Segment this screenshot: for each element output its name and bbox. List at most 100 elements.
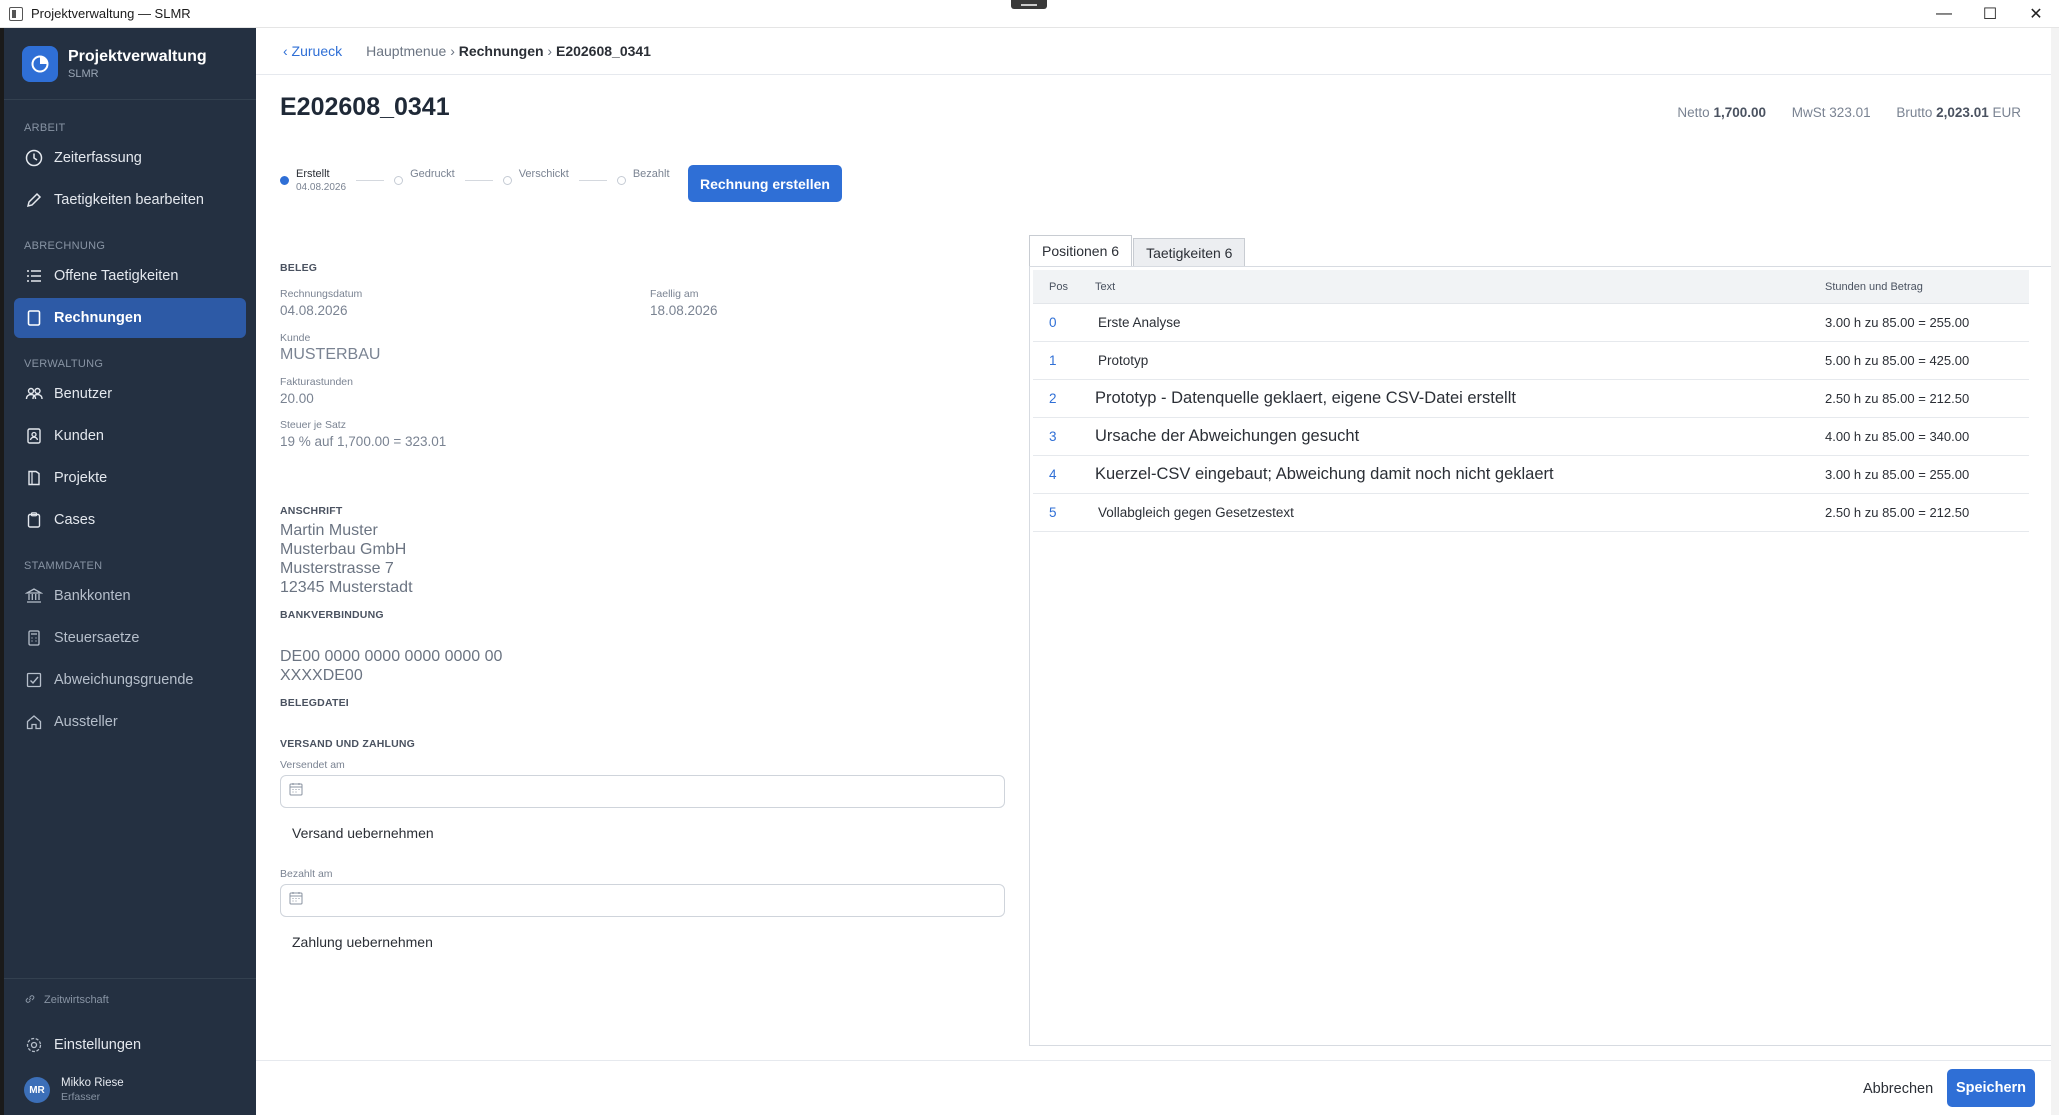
sidebar-item-label: Benutzer <box>54 386 113 402</box>
sidebar-footer: Zeitwirtschaft Einstellungen MR Mikko Ri… <box>4 978 256 1115</box>
sidebar-item-zeiterfassung[interactable]: Zeiterfassung <box>14 138 246 178</box>
row-pos: 3 <box>1049 429 1057 444</box>
table-row[interactable]: 0 Erste Analyse 3.00 h zu 85.00 = 255.00 <box>1033 304 2029 342</box>
row-amount: 3.00 h zu 85.00 = 255.00 <box>1825 315 1970 330</box>
kunde-value: MUSTERBAU <box>280 346 381 363</box>
sidebar-item-label: Rechnungen <box>54 310 142 326</box>
sidebar-item-label: Einstellungen <box>54 1037 142 1053</box>
sidebar: Projektverwaltung SLMR ARBEIT Zeiterfass… <box>4 28 256 1115</box>
cancel-button[interactable]: Abbrechen <box>1863 1075 1933 1103</box>
step-connector <box>464 180 493 181</box>
step-connector <box>578 180 607 181</box>
row-amount: 5.00 h zu 85.00 = 425.00 <box>1825 353 1970 368</box>
window-edge <box>2051 28 2059 1115</box>
sidebar-item-abweichungsgruende[interactable]: Abweichungsgruende <box>14 660 246 700</box>
window-title: Projektverwaltung — SLMR <box>31 6 191 21</box>
sidebar-item-aussteller[interactable]: Aussteller <box>14 702 246 742</box>
back-link[interactable]: ‹ Zurueck <box>283 43 342 59</box>
nav-section-abrechnung: ABRECHNUNG <box>24 240 106 252</box>
step-label: Verschickt <box>518 168 569 180</box>
row-amount: 2.50 h zu 85.00 = 212.50 <box>1825 505 1970 520</box>
table-header: Pos Text Stunden und Betrag <box>1033 270 2029 304</box>
fakturastunden-value: 20.00 <box>280 391 314 406</box>
section-anschrift: ANSCHRIFT <box>280 505 343 517</box>
sidebar-item-label: Cases <box>54 512 96 528</box>
row-pos: 5 <box>1049 505 1057 520</box>
table-row[interactable]: 1 Prototyp 5.00 h zu 85.00 = 425.00 <box>1033 342 2029 380</box>
page-header: E202608_0341 Netto 1,700.00 MwSt 323.01 … <box>280 93 2051 122</box>
step-label: Gedruckt <box>410 168 455 180</box>
column-header-pos[interactable]: Pos <box>1033 281 1095 293</box>
netto-value: 1,700.00 <box>1713 105 1767 120</box>
brand: Projektverwaltung SLMR <box>4 28 256 100</box>
home-icon <box>24 712 44 732</box>
zahlung-uebernehmen-button[interactable]: Zahlung uebernehmen <box>280 934 1020 950</box>
sidebar-item-label: Zeiterfassung <box>54 150 142 166</box>
table-row[interactable]: 4 Kuerzel-CSV eingebaut; Abweichung dami… <box>1033 456 2029 494</box>
address-line: Musterstrasse 7 <box>280 560 394 577</box>
rechnungsdatum-value: 04.08.2026 <box>280 303 348 318</box>
sidebar-item-einstellungen[interactable]: Einstellungen <box>14 1025 246 1065</box>
status-stepper: Erstellt 04.08.2026 Gedruckt Verschickt … <box>280 168 670 193</box>
iban-value: DE00 0000 0000 0000 0000 00 <box>280 648 503 665</box>
versand-uebernehmen-button[interactable]: Versand uebernehmen <box>280 825 1020 841</box>
table-row[interactable]: 3 Ursache der Abweichungen gesucht 4.00 … <box>1033 418 2029 456</box>
detail-tabs: Positionen 6 Taetigkeiten 6 <box>1029 235 1246 267</box>
brand-logo-icon <box>22 45 58 82</box>
sidebar-item-cases[interactable]: Cases <box>14 500 246 540</box>
sidebar-item-steuersaetze[interactable]: Steuersaetze <box>14 618 246 658</box>
step-label: Erstellt <box>296 168 330 180</box>
versendet-date-input[interactable] <box>280 775 1005 808</box>
users-icon <box>24 384 44 404</box>
netto-label: Netto <box>1677 105 1710 120</box>
tab-taetigkeiten[interactable]: Taetigkeiten 6 <box>1133 238 1246 267</box>
step-connector <box>356 180 385 181</box>
bezahlt-date-input[interactable] <box>280 884 1005 917</box>
sidebar-item-bankkonten[interactable]: Bankkonten <box>14 576 246 616</box>
drag-handle[interactable] <box>1011 0 1047 9</box>
mwst-value: 323.01 <box>1829 105 1871 120</box>
column-header-amount[interactable]: Stunden und Betrag <box>1825 281 2029 293</box>
sidebar-item-label: Offene Taetigkeiten <box>54 268 179 284</box>
fakturastunden-label: Fakturastunden <box>280 376 353 388</box>
sidebar-item-label: Abweichungsgruende <box>54 672 194 688</box>
table-row[interactable]: 5 Vollabgleich gegen Gesetzestext 2.50 h… <box>1033 494 2029 532</box>
tab-positionen[interactable]: Positionen 6 <box>1029 235 1133 267</box>
sidebar-item-taetigkeiten-bearbeiten[interactable]: Taetigkeiten bearbeiten <box>14 180 246 220</box>
row-pos: 4 <box>1049 467 1057 482</box>
breadcrumb-bar: ‹ Zurueck Hauptmenue › Rechnungen › E202… <box>256 28 2051 75</box>
sidebar-item-label: Aussteller <box>54 714 118 730</box>
step-date: 04.08.2026 <box>296 182 347 193</box>
sidebar-item-label: Kunden <box>54 428 104 444</box>
bic-value: XXXXDE00 <box>280 667 363 684</box>
brand-title: Projektverwaltung <box>68 47 207 65</box>
minimize-button[interactable]: — <box>1921 0 1967 28</box>
close-button[interactable]: ✕ <box>2013 0 2059 28</box>
sidebar-item-benutzer[interactable]: Benutzer <box>14 374 246 414</box>
breadcrumb-home[interactable]: Hauptmenue <box>366 43 446 59</box>
checkbox-icon <box>24 670 44 690</box>
sidebar-item-projekte[interactable]: Projekte <box>14 458 246 498</box>
table-row[interactable]: 2 Prototyp - Datenquelle geklaert, eigen… <box>1033 380 2029 418</box>
contact-icon <box>24 426 44 446</box>
sidebar-item-kunden[interactable]: Kunden <box>14 416 246 456</box>
zeitwirtschaft-link[interactable]: Zeitwirtschaft <box>4 985 256 1015</box>
window-titlebar: Projektverwaltung — SLMR — ☐ ✕ <box>0 0 2059 28</box>
maximize-button[interactable]: ☐ <box>1967 0 2013 28</box>
step-verschickt: Verschickt <box>502 168 569 185</box>
brutto-value: 2,023.01 <box>1936 105 1989 120</box>
calculator-icon <box>24 628 44 648</box>
step-label: Bezahlt <box>632 168 670 180</box>
create-invoice-button[interactable]: Rechnung erstellen <box>688 165 842 202</box>
row-text: Vollabgleich gegen Gesetzestext <box>1098 505 1294 520</box>
brand-subtitle: SLMR <box>68 67 99 80</box>
list-icon <box>24 266 44 286</box>
sidebar-item-offene-taetigkeiten[interactable]: Offene Taetigkeiten <box>14 256 246 296</box>
column-header-text[interactable]: Text <box>1095 281 1825 293</box>
sidebar-item-rechnungen[interactable]: Rechnungen <box>14 298 246 338</box>
breadcrumb-section[interactable]: Rechnungen <box>459 43 544 59</box>
user-profile[interactable]: MR Mikko Riese Erfasser <box>4 1067 256 1115</box>
save-button[interactable]: Speichern <box>1947 1069 2035 1107</box>
breadcrumb-current: E202608_0341 <box>555 43 651 59</box>
faellig-value: 18.08.2026 <box>650 303 718 318</box>
